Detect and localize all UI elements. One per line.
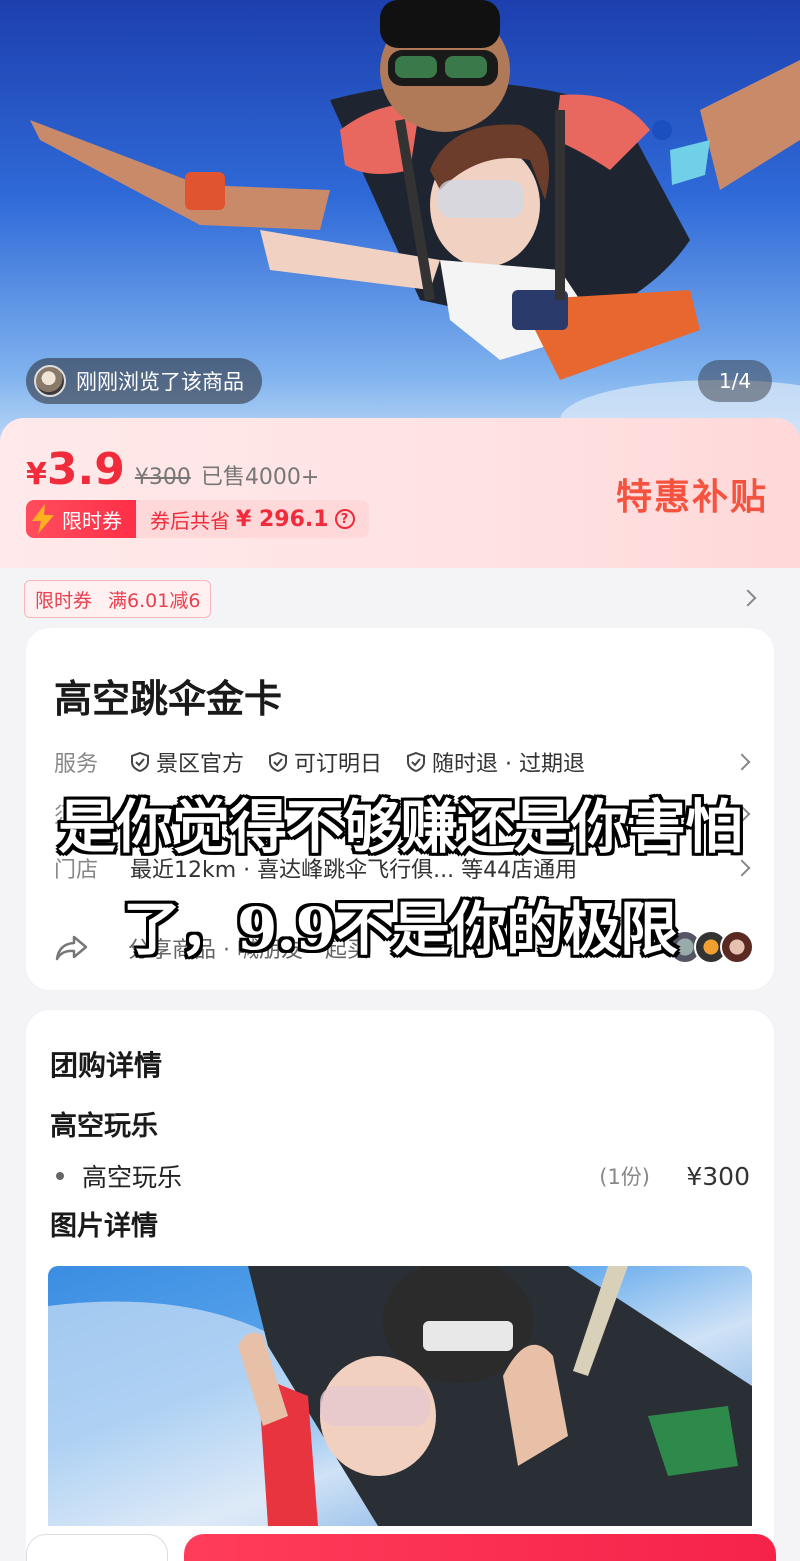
limited-coupon-tag: 限时券 <box>26 500 136 538</box>
group-buy-details-card: 团购详情 高空玩乐 高空玩乐 (1份) ¥300 图片详情 <box>26 1010 774 1561</box>
shield-check-icon <box>407 752 426 772</box>
current-price: ¥3.9 <box>26 444 125 495</box>
coupon-savings-prefix: 券后共省 <box>150 508 230 533</box>
service-row[interactable]: 服务 景区官方 可订明日 随时退 · 过期退 <box>54 742 754 782</box>
product-hero-image[interactable]: 刚刚浏览了该商品 1/4 <box>0 0 800 440</box>
question-mark-icon[interactable]: ? <box>334 509 355 529</box>
package-item-price: ¥300 <box>686 1161 750 1191</box>
coupon-savings-row[interactable]: 限时券 券后共省 ¥ 296.1 ? <box>26 500 369 538</box>
coupon-savings: 券后共省 ¥ 296.1 ? <box>136 500 369 538</box>
original-price: ¥300 <box>134 465 191 490</box>
service-item: 随时退 · 过期退 <box>406 746 585 778</box>
price-banner: ¥3.9 ¥300 已售4000+ 限时券 券后共省 ¥ 296.1 ? 特惠补… <box>0 418 800 568</box>
current-price-value: 3.9 <box>46 444 125 495</box>
video-caption-line-1: 是你觉得不够赚还是你害怕 <box>57 793 743 861</box>
skydiving-photo-illustration <box>48 1266 752 1526</box>
service-label: 服务 <box>54 752 99 777</box>
service-item-label: 景区官方 <box>156 752 245 777</box>
limited-coupon-row[interactable]: 限时券 满6.01减6 <box>0 568 800 628</box>
limited-coupon-rule: 满6.01减6 <box>108 589 201 612</box>
recently-viewed-text: 刚刚浏览了该商品 <box>76 370 244 394</box>
viewer-avatar <box>34 365 66 397</box>
shield-check-icon <box>269 752 288 772</box>
buy-button[interactable] <box>184 1534 776 1561</box>
service-item-label: 可订明日 <box>294 752 383 777</box>
recently-viewed-badge: 刚刚浏览了该商品 <box>26 358 262 404</box>
limited-coupon-chip: 限时券 满6.01减6 <box>24 580 212 618</box>
service-item: 景区官方 <box>130 746 244 778</box>
shield-check-icon <box>131 752 149 772</box>
coupon-savings-amount: ¥ 296.1 <box>236 506 329 532</box>
special-subsidy-label: 特惠补贴 <box>615 477 768 518</box>
package-group-title: 高空玩乐 <box>50 1111 158 1142</box>
service-item-label: 随时退 · 过期退 <box>432 752 586 777</box>
bullet-dot <box>56 1172 64 1180</box>
image-page-counter: 1/4 <box>698 360 772 402</box>
chevron-right-icon <box>739 589 757 607</box>
detail-photo[interactable] <box>48 1266 752 1526</box>
store-button[interactable] <box>26 1534 168 1561</box>
product-title: 高空跳伞金卡 <box>54 677 283 721</box>
limited-coupon-chip-label: 限时券 <box>35 589 93 612</box>
video-caption-line-2: 了，9.9不是你的极限 <box>123 895 678 963</box>
sold-count: 已售4000+ <box>200 465 320 490</box>
service-item: 可订明日 <box>268 746 382 778</box>
price-row: ¥3.9 ¥300 已售4000+ <box>26 444 319 495</box>
service-list: 景区官方 可订明日 随时退 · 过期退 <box>130 746 599 778</box>
lightning-bolt-icon <box>32 504 54 534</box>
package-item-name: 高空玩乐 <box>82 1163 183 1192</box>
currency-symbol: ¥ <box>26 457 47 492</box>
group-buy-details-title: 团购详情 <box>50 1049 163 1082</box>
limited-coupon-label: 限时券 <box>62 508 122 533</box>
package-item-quantity: (1份) <box>599 1165 650 1189</box>
package-item-row: 高空玩乐 (1份) ¥300 <box>50 1156 750 1196</box>
image-details-title: 图片详情 <box>50 1211 158 1242</box>
